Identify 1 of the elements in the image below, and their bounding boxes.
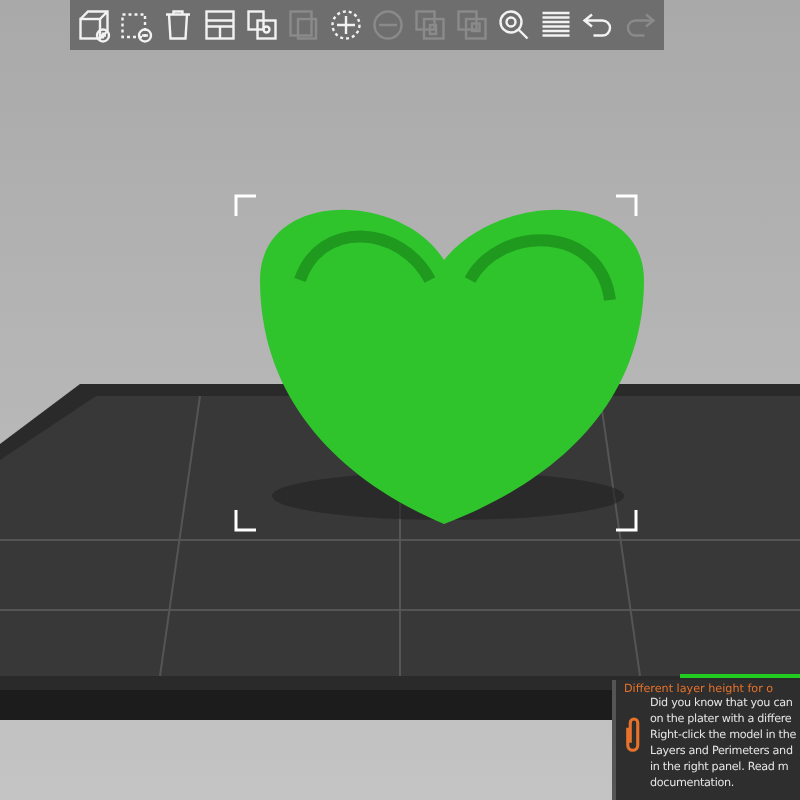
paperclip-icon: [624, 712, 644, 756]
